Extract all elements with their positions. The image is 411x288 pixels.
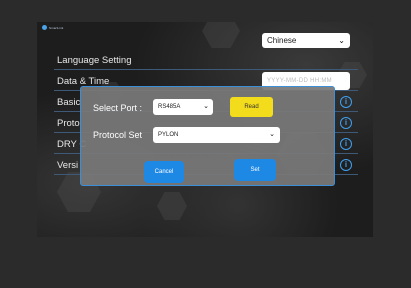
brand: SmartLink bbox=[42, 25, 63, 30]
protocol-select[interactable]: PYLON ⌄ bbox=[153, 127, 280, 143]
info-icon[interactable]: i bbox=[340, 138, 352, 150]
protocol-select-value: PYLON bbox=[158, 132, 179, 138]
protocol-set-label: Protocol Set bbox=[93, 130, 143, 140]
brand-name: SmartLink bbox=[49, 25, 64, 30]
protocol-dialog: Select Port : RS485A ⌄ Read Protocol Set… bbox=[80, 86, 335, 186]
settings-row-label: Proto bbox=[57, 118, 80, 129]
info-icon[interactable]: i bbox=[340, 159, 352, 171]
port-select[interactable]: RS485A ⌄ bbox=[153, 99, 213, 115]
chevron-down-icon: ⌄ bbox=[203, 103, 209, 110]
settings-row-label: Versi bbox=[57, 160, 79, 171]
background-hex bbox=[202, 22, 240, 48]
settings-row-language[interactable]: Language Setting bbox=[54, 52, 358, 70]
info-icon[interactable]: i bbox=[340, 96, 352, 108]
select-port-label: Select Port : bbox=[93, 103, 143, 113]
language-select-value: Chinese bbox=[267, 36, 297, 45]
chevron-down-icon: ⌄ bbox=[338, 36, 345, 45]
cancel-button[interactable]: Cancel bbox=[144, 161, 184, 183]
app-logo-icon bbox=[42, 25, 47, 30]
background-hex bbox=[157, 192, 187, 220]
settings-row-label: Basic bbox=[57, 97, 81, 108]
read-button[interactable]: Read bbox=[230, 97, 273, 117]
port-select-value: RS485A bbox=[158, 104, 181, 110]
info-icon[interactable]: i bbox=[340, 117, 352, 129]
language-select[interactable]: Chinese ⌄ bbox=[262, 33, 350, 48]
datetime-placeholder: YYYY-MM-DD HH:MM bbox=[267, 78, 332, 84]
settings-row-label: Language Setting bbox=[57, 55, 132, 66]
set-button[interactable]: Set bbox=[234, 159, 276, 181]
chevron-down-icon: ⌄ bbox=[269, 131, 275, 138]
